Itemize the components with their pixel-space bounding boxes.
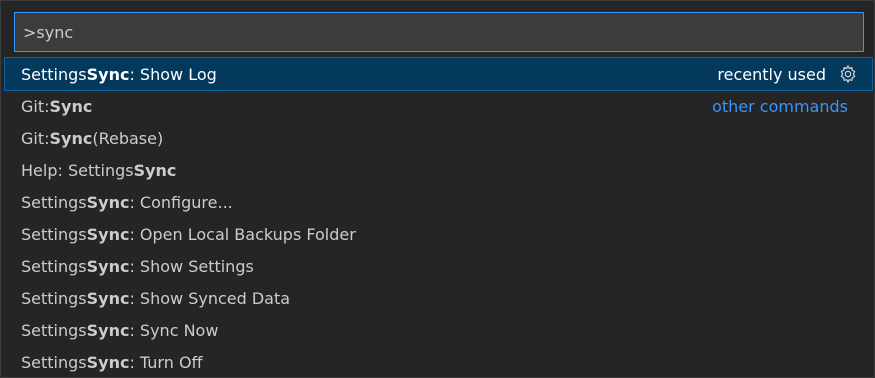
command-label-prefix: Git: — [21, 128, 50, 148]
command-label-match: Sync — [86, 320, 130, 340]
command-label-prefix: Settings — [21, 256, 87, 276]
command-palette: Settings Sync: Show Log recently used Gi… — [0, 0, 875, 378]
command-label-match: Sync — [86, 352, 130, 372]
command-label-prefix: Settings — [21, 352, 87, 372]
command-label-suffix: : Open Local Backups Folder — [129, 224, 356, 244]
command-input-box[interactable] — [14, 12, 864, 52]
command-label-prefix: Settings — [21, 224, 87, 244]
command-label-suffix: : Turn Off — [129, 352, 203, 372]
command-label-prefix: Settings — [21, 192, 87, 212]
command-label-prefix: Settings — [21, 64, 87, 84]
gear-icon[interactable] — [838, 64, 858, 84]
other-commands-label: other commands — [712, 96, 848, 116]
command-label-prefix: Settings — [21, 320, 87, 340]
command-item-settings-sync-open-local-backups[interactable]: Settings Sync: Open Local Backups Folder — [5, 218, 872, 250]
command-group-label: recently used — [717, 58, 858, 90]
command-item-settings-sync-show-settings[interactable]: Settings Sync: Show Settings — [5, 250, 872, 282]
command-label-suffix: : Show Synced Data — [129, 288, 291, 308]
command-item-settings-sync-sync-now[interactable]: Settings Sync: Sync Now — [5, 314, 872, 346]
command-label-match: Sync — [86, 224, 130, 244]
command-label-prefix: Help: Settings — [21, 160, 134, 180]
command-search-input[interactable] — [23, 13, 863, 51]
command-label-suffix: : Sync Now — [129, 320, 219, 340]
command-item-settings-sync-configure[interactable]: Settings Sync: Configure... — [5, 186, 872, 218]
command-label-match: Sync — [133, 160, 177, 180]
command-item-settings-sync-turn-off[interactable]: Settings Sync: Turn Off — [5, 346, 872, 378]
command-label-match: Sync — [49, 96, 93, 116]
command-label-suffix: (Rebase) — [92, 128, 164, 148]
command-label-match: Sync — [86, 64, 130, 84]
command-list: Settings Sync: Show Log recently used Gi… — [4, 57, 873, 378]
command-label-prefix: Git: — [21, 96, 50, 116]
command-item-git-sync[interactable]: Git: Sync other commands — [5, 90, 872, 122]
command-label-match: Sync — [49, 128, 93, 148]
command-label-match: Sync — [86, 288, 130, 308]
command-label-match: Sync — [86, 192, 130, 212]
command-item-settings-sync-show-log[interactable]: Settings Sync: Show Log recently used — [4, 57, 873, 91]
command-label-suffix: : Configure... — [129, 192, 233, 212]
command-label-prefix: Settings — [21, 288, 87, 308]
command-label-match: Sync — [86, 256, 130, 276]
command-label-suffix: : Show Log — [129, 64, 217, 84]
command-item-settings-sync-show-synced-data[interactable]: Settings Sync: Show Synced Data — [5, 282, 872, 314]
command-item-help-settings-sync[interactable]: Help: Settings Sync — [5, 154, 872, 186]
command-item-git-sync-rebase[interactable]: Git: Sync (Rebase) — [5, 122, 872, 154]
command-label-suffix: : Show Settings — [129, 256, 254, 276]
recently-used-label: recently used — [717, 64, 826, 84]
